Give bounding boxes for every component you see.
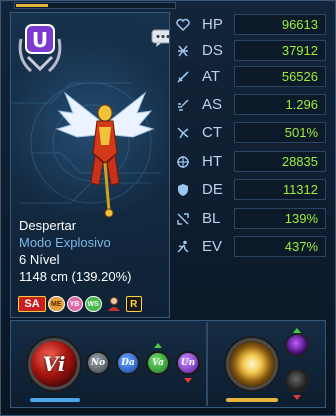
experience-bar bbox=[14, 2, 176, 9]
steel-element-orb-icon[interactable] bbox=[285, 369, 309, 393]
chat-bubble-icon[interactable] bbox=[151, 29, 170, 47]
yb-tag-icon[interactable]: YB bbox=[66, 296, 83, 312]
stat-row-de: DE 11312 bbox=[172, 177, 326, 202]
r-tag-icon[interactable]: R bbox=[125, 296, 142, 312]
da-attribute-icon[interactable]: Da bbox=[116, 351, 140, 375]
element-down-arrow-icon bbox=[293, 395, 301, 400]
stat-value-at: 56526 bbox=[281, 69, 318, 84]
height-text: 1148 cm (139.20%) bbox=[19, 269, 132, 284]
stat-value-de: 11312 bbox=[282, 182, 318, 197]
element-gauge-gold bbox=[226, 398, 278, 402]
critical-burst-icon bbox=[172, 122, 194, 144]
stat-row-ct: CT 501% bbox=[172, 120, 326, 145]
un-attribute-icon[interactable]: Un bbox=[176, 351, 200, 375]
stats-panel: HP 96613 DS 37912 AT 56526 AS 1.296 CT 5… bbox=[172, 12, 326, 268]
attribute-gauge-blue bbox=[30, 398, 80, 402]
evade-runner-icon bbox=[172, 236, 194, 258]
stat-row-ds: DS 37912 bbox=[172, 38, 326, 63]
mode-text: Modo Explosivo bbox=[19, 235, 111, 250]
element-up-arrow-icon bbox=[293, 328, 301, 333]
stat-value-ht: 28835 bbox=[281, 154, 318, 169]
swift-blade-icon bbox=[172, 94, 194, 116]
me-tag-icon[interactable]: ME bbox=[48, 296, 65, 312]
stat-row-as: AS 1.296 bbox=[172, 92, 326, 117]
level-text: 6 Nível bbox=[19, 252, 60, 267]
tamer-avatar-icon[interactable] bbox=[104, 296, 124, 312]
stat-row-at: AT 56526 bbox=[172, 64, 326, 89]
sword-icon bbox=[172, 66, 194, 88]
disadvantage-down-arrow-icon bbox=[184, 378, 192, 383]
portrait-panel: U Despertar Modo Explosivo 6 Nível 1148 … bbox=[10, 12, 170, 318]
stat-row-ev: EV 437% bbox=[172, 234, 326, 259]
stat-value-as: 1.296 bbox=[285, 97, 318, 112]
advantage-up-arrow-icon bbox=[154, 343, 162, 348]
stat-value-ev: 437% bbox=[284, 239, 318, 254]
crosshair-icon bbox=[172, 151, 194, 173]
va-attribute-icon[interactable]: Va bbox=[146, 351, 170, 375]
stat-row-bl: BL 139% bbox=[172, 206, 326, 231]
svg-text:U: U bbox=[32, 28, 48, 52]
vi-attribute-orb[interactable]: Vi bbox=[28, 338, 80, 390]
block-icon bbox=[172, 208, 194, 230]
ws-tag-icon[interactable]: WS bbox=[84, 296, 102, 312]
character-info: Despertar Modo Explosivo 6 Nível 1148 cm… bbox=[19, 217, 169, 285]
panel-divider bbox=[206, 322, 208, 406]
element-light-orb[interactable] bbox=[226, 338, 278, 390]
rank-u-badge-icon: U bbox=[18, 24, 62, 73]
shield-icon bbox=[172, 179, 194, 201]
stat-value-ct: 501% bbox=[284, 125, 318, 140]
stat-row-hp: HP 96613 bbox=[172, 12, 326, 37]
sa-tag-icon[interactable]: SA bbox=[18, 296, 46, 312]
crossed-lines-icon bbox=[172, 40, 194, 62]
stat-value-hp: 96613 bbox=[281, 17, 318, 32]
experience-bar-fill bbox=[16, 4, 48, 7]
stat-value-ds: 37912 bbox=[281, 43, 318, 58]
digimon-character-sprite bbox=[55, 91, 155, 218]
heart-icon bbox=[172, 14, 194, 36]
dark-element-orb-icon[interactable] bbox=[285, 333, 309, 357]
stat-value-bl: 139% bbox=[284, 211, 318, 226]
buff-tags: SA ME YB WS R bbox=[18, 295, 142, 313]
status-text: Despertar bbox=[19, 218, 77, 233]
no-attribute-icon[interactable]: No bbox=[86, 351, 110, 375]
stat-row-ht: HT 28835 bbox=[172, 149, 326, 174]
